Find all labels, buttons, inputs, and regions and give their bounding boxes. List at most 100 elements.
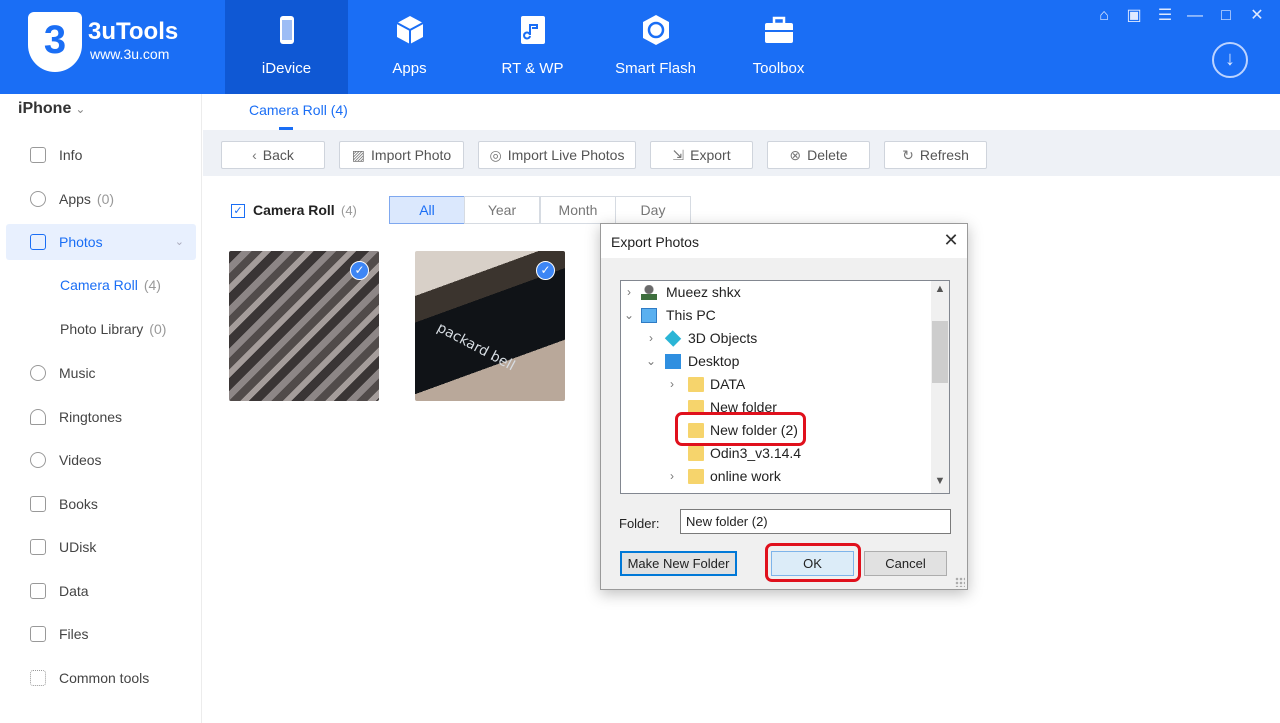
make-new-folder-button[interactable]: Make New Folder [620,551,737,576]
import-photo-button[interactable]: ▨ Import Photo [339,141,464,169]
chevron-right-icon[interactable]: › [645,327,657,350]
nav-tab-label: Toolbox [752,60,805,77]
download-icon[interactable]: ↓ [1212,42,1248,78]
flash-icon [643,15,669,45]
sidebar-item-info[interactable]: Info [6,137,196,173]
tree-item-label: 3D Objects [688,330,758,346]
sidebar-item-videos[interactable]: Videos [6,442,196,478]
export-button[interactable]: ⇲ Export [650,141,753,169]
segment-all[interactable]: All [389,196,465,224]
tab-strip: Camera Roll (4) [203,94,1280,130]
logo-badge: 3 [28,12,82,72]
chevron-down-icon[interactable]: ⌄ [645,350,657,373]
export-label: Export [690,147,731,163]
nav-tab-idevice[interactable]: iDevice [225,0,348,94]
sidebar-item-music[interactable]: Music [6,355,196,391]
note-icon[interactable]: ▣ [1124,6,1144,26]
check-icon[interactable]: ✓ [536,261,555,280]
device-name: iPhone [18,100,72,117]
shirt-icon[interactable]: ⌂ [1094,6,1114,26]
tree-item-label: This PC [666,307,716,323]
app-name: 3uTools [88,18,179,45]
tree-item[interactable]: › 3D Objects [621,327,929,350]
segment-year[interactable]: Year [464,196,540,224]
sidebar-item-ringtones[interactable]: Ringtones [6,399,196,435]
tree-item-label: Desktop [688,353,740,369]
nav-tab-toolbox[interactable]: Toolbox [717,0,840,94]
chevron-right-icon[interactable]: › [666,373,678,396]
folder-input[interactable]: New folder (2) [680,509,951,534]
nav-tab-label: RT & WP [501,60,564,77]
sidebar-item-common-tools[interactable]: Common tools [6,660,196,696]
check-icon[interactable]: ✓ [350,261,369,280]
sidebar-item-files[interactable]: Files [6,616,196,652]
sidebar-sub-label: Camera Roll [60,277,138,293]
close-icon[interactable]: ✕ [1247,6,1267,26]
delete-button[interactable]: ⊗ Delete [767,141,870,169]
tab-camera-roll[interactable]: Camera Roll (4) [249,102,348,118]
dialog-title: Export Photos [611,234,699,250]
chevron-down-icon[interactable]: ▼ [931,475,949,491]
nav-tab-apps[interactable]: Apps [348,0,471,94]
book-icon [30,496,46,512]
sidebar-item-books[interactable]: Books [6,486,196,522]
photo-thumbnail[interactable]: packard bell ✓ [415,251,565,401]
photo-thumbnail[interactable]: ✓ [229,251,379,401]
chevron-down-icon: ⌄ [75,102,86,116]
tree-item[interactable]: › online work [621,465,929,488]
cube-icon [396,16,424,44]
sidebar-item-label: Books [59,496,98,512]
tree-item[interactable]: ⌄ This PC [621,304,929,327]
back-label: Back [262,147,294,163]
segment-day[interactable]: Day [615,196,691,224]
sidebar-item-photos[interactable]: Photos ⌄ [6,224,196,260]
scrollbar-thumb[interactable] [932,321,948,383]
resize-grip[interactable] [955,577,965,587]
image-icon: ▨ [351,147,366,163]
tree-item[interactable]: ⌄ Desktop [621,350,929,373]
folder-icon [688,446,704,461]
sidebar-item-data[interactable]: Data [6,573,196,609]
nav-tab-rt-wp[interactable]: RT & WP [471,0,594,94]
tree-item[interactable]: › Mueez shkx [621,281,929,304]
tree-item-label: DATA [710,376,746,392]
sidebar-item-apps[interactable]: Apps (0) [6,181,196,217]
nav-tab-smart-flash[interactable]: Smart Flash [594,0,717,94]
maximize-icon[interactable]: □ [1216,6,1236,26]
tree-item[interactable]: › DATA [621,373,929,396]
close-icon[interactable]: ✕ [941,230,961,250]
chevron-up-icon[interactable]: ▲ [931,283,949,299]
sidebar-sub-photo-library[interactable]: Photo Library (0) [60,321,166,337]
import-live-photos-button[interactable]: ◎ Import Live Photos [478,141,636,169]
sidebar-item-label: Music [59,365,96,381]
apps-icon [30,191,46,207]
toolbar: ‹ Back ▨ Import Photo ◎ Import Live Photos … [203,130,1280,176]
cancel-button[interactable]: Cancel [864,551,947,576]
delete-icon: ⊗ [789,147,802,163]
tree-item-label: online work [710,468,781,484]
tree-scrollbar[interactable]: ▲ ▼ [931,281,949,493]
chevron-right-icon[interactable]: › [666,465,678,488]
chevron-down-icon[interactable]: ⌄ [623,304,635,327]
photos-icon [30,234,46,250]
device-selector[interactable]: iPhone ⌄ [18,100,85,118]
sidebar-item-udisk[interactable]: UDisk [6,529,196,565]
grid-icon [30,670,46,686]
pc-icon [641,308,657,323]
sidebar-sub-count: (4) [143,277,161,293]
music-icon [30,365,46,381]
menu-icon[interactable]: ☰ [1155,6,1175,26]
sidebar-item-label: Files [59,626,89,642]
segment-month[interactable]: Month [540,196,616,224]
minimize-icon[interactable]: — [1185,6,1205,26]
desktop-icon [665,354,681,369]
back-button[interactable]: ‹ Back [221,141,325,169]
folder-label: Folder: [619,516,660,531]
refresh-button[interactable]: ↻ Refresh [884,141,987,169]
refresh-label: Refresh [919,147,969,163]
app-url: www.3u.com [90,46,170,62]
chevron-right-icon[interactable]: › [623,281,635,304]
sidebar-sub-camera-roll[interactable]: Camera Roll (4) [60,277,161,293]
select-all-checkbox[interactable]: ✓ [231,204,245,218]
live-photo-icon: ◎ [489,147,502,163]
